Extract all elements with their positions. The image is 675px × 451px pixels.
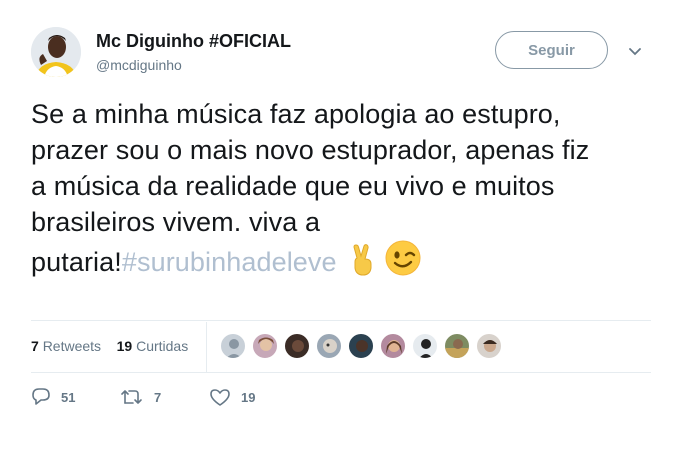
- avatar[interactable]: [412, 333, 438, 359]
- retweets-stat[interactable]: 7 Retweets: [31, 338, 101, 354]
- display-name[interactable]: Mc Diguinho #OFICIAL: [96, 31, 291, 52]
- divider: [31, 320, 651, 321]
- retweets-label: Retweets: [42, 338, 102, 354]
- retweet-button[interactable]: 7: [120, 388, 161, 406]
- likes-label: Curtidas: [136, 338, 189, 354]
- reply-button[interactable]: 51: [31, 388, 75, 406]
- avatar[interactable]: [220, 333, 246, 359]
- chevron-down-icon[interactable]: [628, 44, 642, 56]
- avatar[interactable]: [316, 333, 342, 359]
- avatar[interactable]: [284, 333, 310, 359]
- like-button[interactable]: 19: [209, 388, 255, 407]
- tweet-line: prazer sou o mais novo estuprador, apena…: [31, 135, 590, 165]
- like-count: 19: [241, 390, 256, 405]
- avatar[interactable]: [476, 333, 502, 359]
- reply-count: 51: [61, 389, 76, 405]
- victory-hand-emoji: [349, 244, 379, 285]
- retweets-count: 7: [31, 338, 39, 354]
- avatar[interactable]: [380, 333, 406, 359]
- avatar[interactable]: [444, 333, 470, 359]
- winking-face-emoji: [385, 240, 421, 285]
- engagement-stats: 7 Retweets 19 Curtidas: [31, 338, 188, 354]
- tweet-line: brasileiros vivem. viva a: [31, 207, 321, 237]
- likes-stat[interactable]: 19 Curtidas: [117, 338, 189, 354]
- tweet-line: a música da realidade que eu vivo e muit…: [31, 171, 555, 201]
- tweet-line-last: putaria!#surubinhadeleve: [31, 240, 661, 285]
- divider: [31, 372, 651, 373]
- tweet-line: Se a minha música faz apologia ao estupr…: [31, 99, 561, 129]
- retweet-count: 7: [154, 389, 162, 405]
- user-avatar[interactable]: [31, 27, 81, 77]
- avatar[interactable]: [348, 333, 374, 359]
- avatar[interactable]: [252, 333, 278, 359]
- user-handle[interactable]: @mcdiguinho: [96, 57, 182, 73]
- stats-separator: [206, 322, 207, 372]
- follow-button[interactable]: Seguir: [495, 31, 608, 69]
- retweet-icon: [121, 390, 142, 404]
- reply-icon: [32, 388, 50, 405]
- tweet-text: Se a minha música faz apologia ao estupr…: [31, 96, 661, 285]
- heart-icon: [210, 389, 230, 406]
- tweet-text-end: putaria!: [31, 247, 122, 277]
- likes-count: 19: [116, 338, 133, 354]
- hashtag-link[interactable]: #surubinhadeleve: [122, 247, 337, 277]
